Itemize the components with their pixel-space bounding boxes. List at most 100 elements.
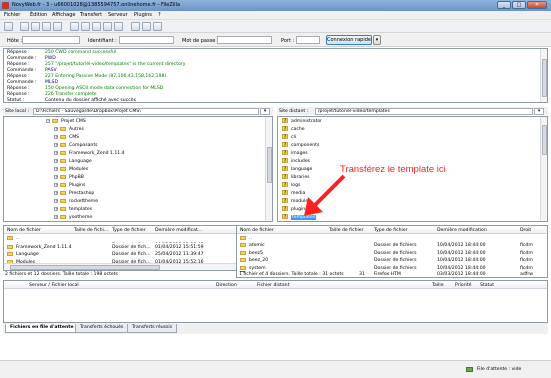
remote-path-dropdown[interactable]: ▾ (534, 108, 544, 115)
remote-tree-node[interactable]: ? includes (282, 158, 310, 165)
local-tree-node[interactable]: + Modules (54, 166, 88, 173)
port-input[interactable] (296, 36, 320, 44)
unknown-folder-icon: ? (282, 182, 288, 187)
local-tree-node[interactable]: + PhpBB (54, 174, 84, 181)
unknown-folder-icon: ? (282, 126, 288, 131)
log-scrollbar[interactable] (540, 49, 547, 102)
quickconnect-history-button[interactable]: ▾ (373, 35, 381, 45)
toggle-queue-icon[interactable] (53, 22, 62, 31)
toggle-remote-tree-icon[interactable] (42, 22, 51, 31)
col-modified[interactable]: Dernière modificat... (155, 228, 202, 233)
folder-icon (240, 258, 246, 262)
col-filename[interactable]: Nom de fichier (7, 228, 41, 233)
col-size[interactable]: Taille (432, 283, 444, 288)
col-type[interactable]: Type de fichier (374, 228, 408, 233)
remote-file-list[interactable]: Nom de fichier Taille de fichier Type de… (236, 225, 548, 271)
sync-browse-icon[interactable] (142, 22, 151, 31)
message-log[interactable]: Réponse :250 CWD command successful Comm… (3, 48, 548, 103)
log-line: Réponse :250 CWD command successful (7, 50, 117, 55)
menu-fichier[interactable]: Fichier (4, 12, 20, 18)
annotation-text: Transférez le template ici (340, 164, 446, 175)
local-tree-node[interactable]: − Projet CMS (46, 118, 86, 125)
menu-plugins[interactable]: Plugins (134, 12, 152, 18)
unknown-folder-icon: ? (282, 198, 288, 203)
col-type[interactable]: Type de fichier (112, 228, 146, 233)
local-tree-node[interactable]: + Composants (54, 142, 98, 149)
col-size[interactable]: Taille de fichi... (74, 228, 108, 233)
search-icon[interactable] (153, 22, 162, 31)
remote-tree-node[interactable]: ? cache (282, 126, 305, 133)
remote-tree-node[interactable]: ? administrator (282, 118, 322, 125)
cancel-icon[interactable] (92, 22, 101, 31)
remote-tree-node[interactable]: ? logs (282, 182, 300, 189)
toggle-local-tree-icon[interactable] (31, 22, 40, 31)
col-size[interactable]: Taille de fichier (329, 228, 364, 233)
minimize-button[interactable]: _ (497, 1, 511, 9)
table-row[interactable]: beez5 Dossier de fichiers 10/04/2012 18:44… (237, 249, 547, 257)
table-row[interactable]: Language Dossier de fich... 25/04/2012 11:… (4, 251, 272, 259)
compare-icon[interactable] (131, 22, 140, 31)
local-tree-node[interactable]: + Language (54, 158, 92, 165)
col-priority[interactable]: Priorité (455, 283, 471, 288)
refresh-icon[interactable] (70, 22, 79, 31)
menu-affichage[interactable]: Affichage (52, 12, 76, 18)
toggle-log-icon[interactable] (20, 22, 29, 31)
local-tree-node[interactable]: + Plugins (54, 182, 85, 189)
local-list-hscroll[interactable] (4, 263, 272, 270)
col-server-local-file[interactable]: Serveur / Fichier local (29, 283, 79, 288)
reconnect-icon[interactable] (114, 22, 123, 31)
col-permissions[interactable]: Droit (520, 228, 531, 233)
local-file-list-continued[interactable]: Framework_Zend 1.11.4 Dossier de fich... 0… (3, 243, 273, 271)
local-tree-node[interactable]: + yootheme (54, 214, 92, 221)
log-line: Statut : Contenu du dossier affiché avec … (7, 98, 136, 103)
local-directory-tree[interactable]: − Projet CMS + Autres + CMS + Composants + Fr… (3, 116, 273, 222)
unknown-folder-icon: ? (282, 142, 288, 147)
transfer-queue[interactable]: Serveur / Fichier local Direction Fichie… (3, 280, 548, 323)
tab-failed-transfers[interactable]: Transferts échoués (75, 324, 129, 333)
local-path-dropdown[interactable]: ▾ (260, 108, 270, 115)
table-row[interactable]: .. (4, 234, 272, 242)
folder-icon (52, 118, 58, 123)
remote-tree-node[interactable]: ? components (282, 142, 319, 149)
menu-edition[interactable]: Édition (30, 12, 47, 18)
remote-tree-node[interactable]: ? images (282, 150, 308, 157)
col-filename[interactable]: Nom de fichier (240, 228, 274, 233)
local-tree-scrollbar[interactable] (265, 117, 272, 221)
folder-icon (60, 182, 66, 187)
host-input[interactable] (22, 36, 80, 44)
maximize-button[interactable]: □ (512, 1, 526, 9)
table-row[interactable]: .. (237, 234, 547, 242)
table-row[interactable]: Framework_Zend 1.11.4 Dossier de fich... 0… (4, 243, 272, 251)
local-tree-node[interactable]: + Autres (54, 126, 84, 133)
remote-tree-scrollbar[interactable] (540, 117, 547, 221)
site-manager-icon[interactable] (4, 22, 13, 31)
menu-transfert[interactable]: Transfert (80, 12, 102, 18)
table-row[interactable]: atomic Dossier de fichiers 10/04/2012 18:4… (237, 242, 547, 250)
col-modified[interactable]: Dernière modification (437, 228, 487, 233)
col-status[interactable]: Statut (480, 283, 494, 288)
col-direction[interactable]: Direction (216, 283, 237, 288)
table-row[interactable]: beez_20 Dossier de fichiers 10/04/2012 18:… (237, 257, 547, 265)
local-path-input[interactable]: D:\Fichiers - Sauvegarde\Dropbox\Projet … (33, 108, 259, 115)
tab-successful-transfers[interactable]: Transferts réussis (127, 324, 178, 333)
process-queue-icon[interactable] (81, 22, 90, 31)
disconnect-icon[interactable] (103, 22, 112, 31)
menu-help[interactable]: ? (158, 12, 161, 18)
tab-queued-files[interactable]: Fichiers en file d'attente (5, 324, 79, 333)
menu-serveur[interactable]: Serveur (108, 12, 128, 18)
close-button[interactable]: ✕ (527, 1, 547, 9)
local-tree-node[interactable]: + Framework_Zend 1.11.4 (54, 150, 125, 157)
local-tree-node[interactable]: + templates (54, 206, 92, 213)
local-tree-node[interactable]: + CMS (54, 134, 79, 141)
remote-tree-node[interactable]: ? cli (282, 134, 296, 141)
unknown-folder-icon: ? (282, 118, 288, 123)
local-tree-node[interactable]: + rockettheme (54, 198, 98, 205)
password-input[interactable] (217, 36, 272, 44)
local-tree-node[interactable]: + Prestashop (54, 190, 94, 197)
log-line: Commande : PWD (7, 56, 56, 61)
col-remote-file[interactable]: Fichier distant (257, 283, 289, 288)
queue-indicator-icon (466, 367, 473, 372)
user-input[interactable] (119, 36, 174, 44)
quickconnect-button[interactable]: Connexion rapide (326, 35, 372, 45)
remote-path-input[interactable]: /projet/tutoriel-video/templates (315, 108, 533, 115)
